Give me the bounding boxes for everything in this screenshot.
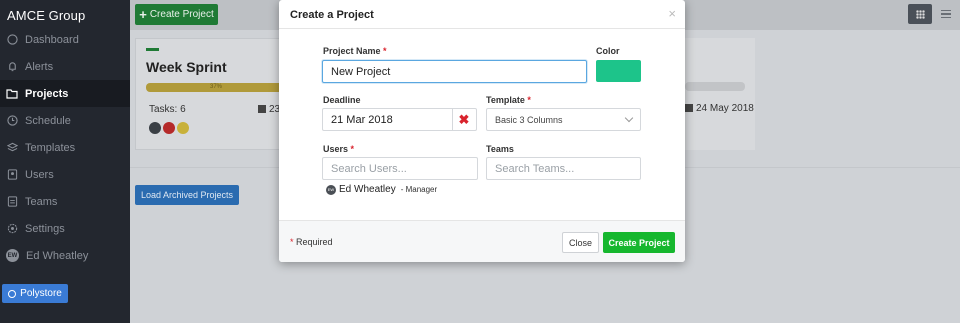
teams-label: Teams	[486, 144, 514, 154]
modal-title: Create a Project	[290, 9, 374, 21]
sidebar-item-settings[interactable]: Settings	[0, 215, 130, 242]
close-icon: ✖	[458, 111, 470, 127]
folder-icon	[6, 88, 18, 100]
start-date: 23	[258, 104, 280, 115]
clock-icon	[6, 115, 18, 127]
list-view-button[interactable]	[936, 4, 956, 24]
create-project-modal: Create a Project × Project Name * Color …	[279, 0, 685, 262]
chevron-down-icon	[624, 113, 634, 123]
create-project-label: Create Project	[149, 9, 214, 20]
template-select[interactable]: Basic 3 Columns	[486, 108, 641, 131]
project-card-right: 24 May 2018	[685, 38, 755, 150]
users-label: Users *	[323, 144, 355, 154]
sidebar-item-label: Ed Wheatley	[26, 249, 89, 262]
close-button[interactable]: Close	[562, 232, 599, 253]
polystore-button[interactable]: Polystore	[2, 284, 68, 303]
project-title: Week Sprint	[146, 59, 227, 75]
layers-icon	[6, 142, 18, 154]
project-members	[149, 122, 189, 134]
load-archived-button[interactable]: Load Archived Projects	[135, 185, 239, 205]
deadline-input[interactable]: 21 Mar 2018	[322, 108, 453, 131]
modal-footer: * Required Close Create Project	[279, 220, 685, 262]
calendar-icon	[685, 104, 693, 112]
color-label: Color	[596, 46, 620, 56]
gear-icon	[8, 289, 17, 298]
sidebar-item-label: Projects	[25, 87, 69, 100]
end-date: 24 May 2018	[685, 103, 754, 114]
gear-icon	[6, 223, 18, 235]
avatar: EW	[326, 184, 336, 195]
avatar	[149, 122, 161, 134]
selected-user-role: - Manager	[400, 185, 438, 194]
color-picker[interactable]	[596, 60, 641, 82]
grid-view-button[interactable]	[908, 4, 932, 24]
progress-track	[685, 82, 745, 91]
required-note: * Required	[290, 237, 333, 247]
sidebar-item-label: Users	[25, 168, 54, 181]
sidebar-item-templates[interactable]: Templates	[0, 134, 130, 161]
sidebar-item-profile[interactable]: EW Ed Wheatley	[0, 242, 130, 269]
sidebar-item-users[interactable]: Users	[0, 161, 130, 188]
sidebar-item-label: Templates	[25, 141, 76, 154]
plus-icon: +	[139, 7, 147, 22]
sidebar-item-schedule[interactable]: Schedule	[0, 107, 130, 134]
sidebar-item-label: Settings	[25, 222, 65, 235]
template-value: Basic 3 Columns	[495, 114, 563, 125]
sidebar-item-teams[interactable]: Teams	[0, 188, 130, 215]
sidebar-item-dashboard[interactable]: Dashboard	[0, 26, 130, 53]
sidebar-item-label: Teams	[25, 195, 58, 208]
template-label: Template *	[486, 95, 531, 105]
teams-search-input[interactable]	[486, 157, 641, 180]
create-project-submit-button[interactable]: Create Project	[603, 232, 675, 253]
selected-user[interactable]: EW Ed Wheatley - Manager	[326, 184, 437, 195]
selected-user-name: Ed Wheatley	[339, 184, 396, 195]
sidebar: AMCE Group Dashboard Alerts Projects Sch…	[0, 0, 130, 323]
close-icon[interactable]: ×	[668, 6, 676, 21]
avatar	[177, 122, 189, 134]
sidebar-item-label: Dashboard	[25, 33, 79, 46]
calendar-icon	[258, 105, 266, 113]
progress-bar: 37%	[146, 83, 286, 92]
create-project-button[interactable]: + Create Project	[135, 4, 218, 25]
brand-name: AMCE Group	[7, 8, 86, 23]
users-search-input[interactable]	[322, 157, 478, 180]
sidebar-item-alerts[interactable]: Alerts	[0, 53, 130, 80]
sidebar-item-label: Schedule	[25, 114, 71, 127]
grid-icon	[915, 9, 925, 19]
polystore-label: Polystore	[20, 288, 62, 299]
task-count: Tasks: 6	[149, 104, 186, 115]
clear-date-button[interactable]: ✖	[452, 108, 477, 131]
dashboard-icon	[6, 34, 18, 46]
modal-header: Create a Project ×	[279, 0, 685, 29]
project-color-mark	[146, 48, 159, 51]
user-icon	[6, 169, 18, 181]
sidebar-item-projects[interactable]: Projects	[0, 80, 130, 107]
project-name-label: Project Name *	[323, 46, 387, 56]
end-date-text: 24 May 2018	[696, 103, 754, 114]
bell-icon	[6, 61, 18, 73]
list-icon	[941, 9, 951, 12]
project-name-input[interactable]	[322, 60, 587, 83]
team-icon	[6, 196, 18, 208]
avatar: EW	[6, 249, 19, 262]
sidebar-item-label: Alerts	[25, 60, 54, 73]
deadline-label: Deadline	[323, 95, 361, 105]
avatar	[163, 122, 175, 134]
